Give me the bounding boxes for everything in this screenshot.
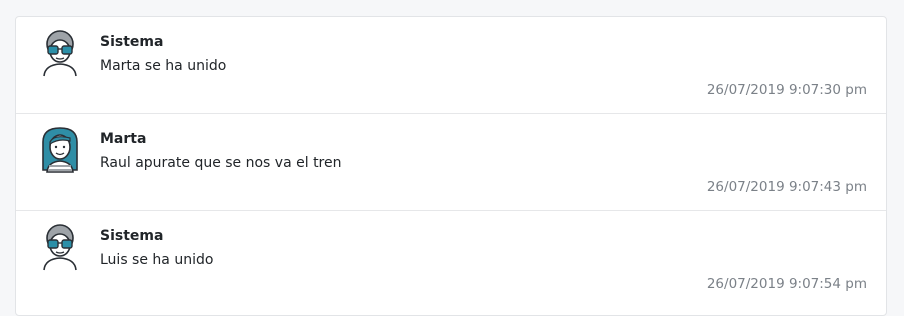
message-item: Marta Raul apurate que se nos va el tren… — [16, 114, 886, 211]
system-avatar-icon — [43, 30, 77, 77]
message-item: Sistema Luis se ha unido 26/07/2019 9:07… — [16, 211, 886, 308]
message-author: Sistema — [100, 228, 164, 244]
message-author: Marta — [100, 131, 147, 147]
system-avatar-icon — [43, 224, 77, 271]
message-list: Sistema Marta se ha unido 26/07/2019 9:0… — [15, 16, 887, 316]
message-text: Luis se ha unido — [100, 252, 214, 268]
message-timestamp: 26/07/2019 9:07:43 pm — [706, 179, 867, 195]
message-item: Sistema Marta se ha unido 26/07/2019 9:0… — [16, 17, 886, 114]
message-timestamp: 26/07/2019 9:07:54 pm — [706, 276, 867, 292]
message-author: Sistema — [100, 34, 164, 50]
message-text: Marta se ha unido — [100, 58, 227, 74]
message-timestamp: 26/07/2019 9:07:30 pm — [706, 82, 867, 98]
marta-avatar-icon — [42, 127, 78, 173]
message-text: Raul apurate que se nos va el tren — [100, 155, 342, 171]
